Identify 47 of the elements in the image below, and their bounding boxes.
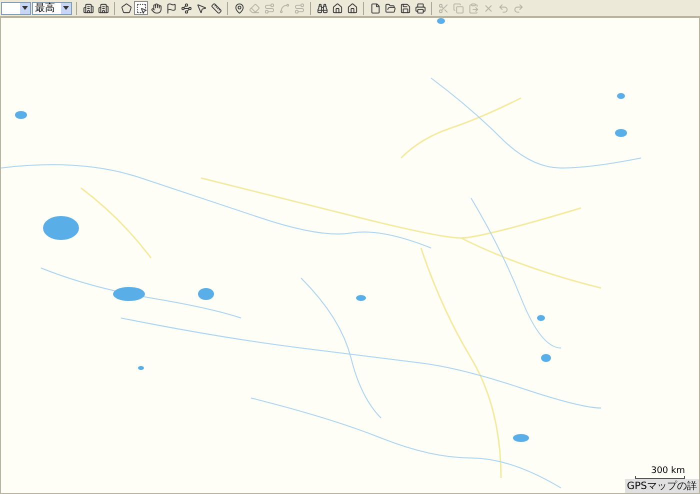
- building-icon: [98, 2, 108, 14]
- flag-icon: [166, 2, 176, 14]
- binoculars-icon: [316, 2, 328, 14]
- footer-label: GPSマップの詳: [624, 479, 699, 493]
- building-button[interactable]: [81, 1, 95, 15]
- ruler-icon: [210, 2, 222, 14]
- select-button[interactable]: [134, 1, 148, 15]
- caret-icon: [63, 6, 69, 10]
- route-icon: [294, 2, 304, 14]
- binoculars-button[interactable]: [315, 1, 329, 15]
- caret-icon: [22, 6, 28, 10]
- copy-icon: [452, 2, 464, 14]
- quality-dropdown[interactable]: 最高: [32, 2, 72, 14]
- cut-icon: [438, 2, 448, 14]
- save-icon: [400, 2, 410, 14]
- pointer-icon: [196, 2, 206, 14]
- open-icon: [384, 2, 396, 14]
- delete-icon: [482, 2, 494, 14]
- dropdown[interactable]: [1, 2, 31, 14]
- pin-icon: [234, 2, 244, 14]
- ruler-button[interactable]: [209, 1, 223, 15]
- route-icon: [264, 2, 274, 14]
- scale-label: 300 km: [650, 466, 685, 476]
- spline-icon: [278, 2, 290, 14]
- building-button[interactable]: [96, 1, 110, 15]
- home-button[interactable]: [330, 1, 344, 15]
- home-icon: [332, 2, 342, 14]
- polygon-icon: [120, 2, 132, 14]
- home-button[interactable]: [345, 1, 359, 15]
- undo-icon: [498, 2, 508, 14]
- save-button[interactable]: [398, 1, 412, 15]
- open-button[interactable]: [383, 1, 397, 15]
- polygon-button[interactable]: [119, 1, 133, 15]
- hand-button[interactable]: [149, 1, 163, 15]
- map[interactable]: 300 km GPSマップの詳: [0, 17, 700, 494]
- redo-icon: [512, 2, 524, 14]
- eraser-icon: [248, 2, 260, 14]
- home-icon: [346, 2, 358, 14]
- new-icon: [370, 2, 380, 14]
- select-icon: [136, 2, 146, 14]
- building-icon: [82, 2, 94, 14]
- paste-icon: [468, 2, 478, 14]
- nodes-button[interactable]: [179, 1, 193, 15]
- print-button[interactable]: [413, 1, 427, 15]
- nodes-icon: [180, 2, 192, 14]
- print-icon: [414, 2, 426, 14]
- hand-icon: [150, 2, 162, 14]
